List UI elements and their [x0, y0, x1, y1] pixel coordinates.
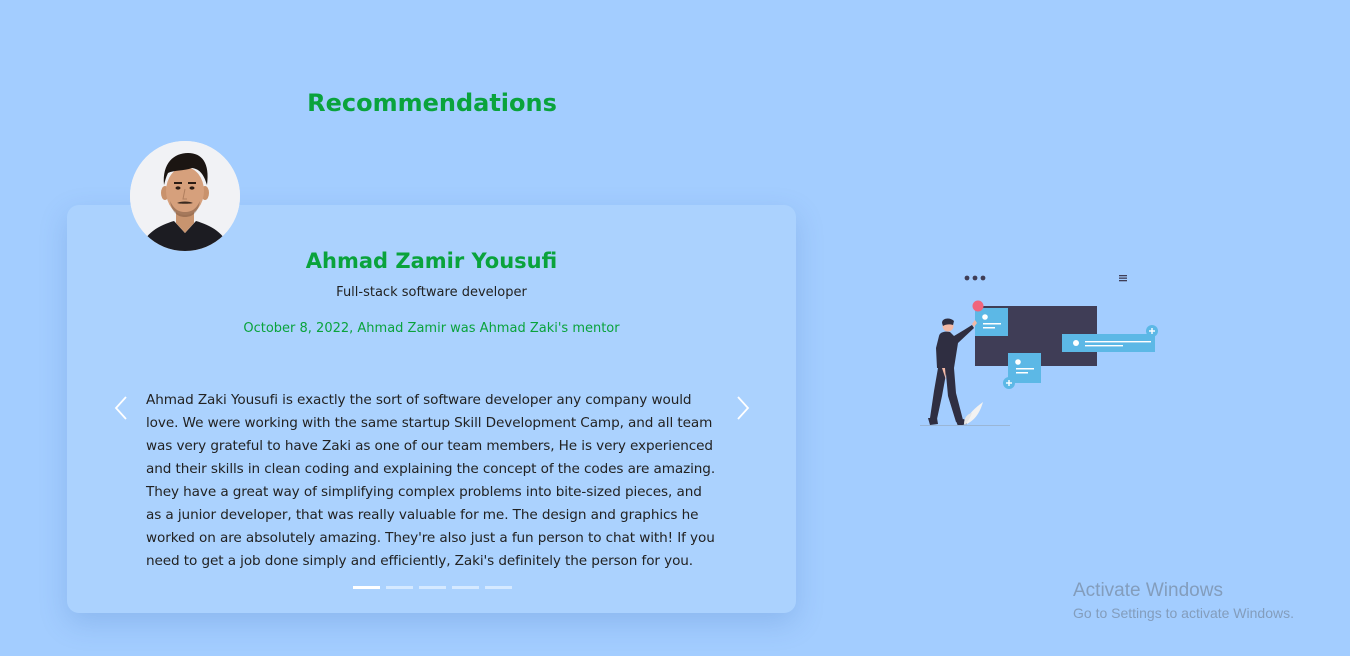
carousel-next-button[interactable] [731, 393, 753, 423]
recommender-role: Full-stack software developer [336, 285, 527, 300]
chevron-right-icon [737, 396, 750, 420]
recommender-name: Ahmad Zamir Yousufi [305, 249, 558, 273]
avatar [130, 141, 240, 251]
carousel-indicator-3[interactable] [419, 586, 446, 589]
recommendation-card: Ahmad Zamir Yousufi Full-stack software … [67, 205, 796, 613]
chevron-left-icon [114, 396, 127, 420]
carousel-indicator-5[interactable] [485, 586, 512, 589]
recommendations-section: Recommendations Ahmad Zamir Yousufi Full… [0, 0, 1350, 656]
avatar-photo [130, 141, 240, 251]
carousel-indicator-1[interactable] [353, 586, 380, 589]
carousel-indicators [353, 586, 512, 589]
watermark-title: Activate Windows [1073, 580, 1223, 601]
section-title: Recommendations [307, 89, 557, 117]
carousel-prev-button[interactable] [111, 393, 133, 423]
watermark-subtitle: Go to Settings to activate Windows. [1073, 605, 1294, 621]
carousel-indicator-2[interactable] [386, 586, 413, 589]
windows-activation-watermark: Activate Windows Go to Settings to activ… [1073, 579, 1294, 623]
recommendation-text: Ahmad Zaki Yousufi is exactly the sort o… [146, 392, 716, 569]
carousel-indicator-4[interactable] [452, 586, 479, 589]
dashboard-illustration [920, 275, 1158, 426]
illustration [920, 268, 1170, 433]
recommendation-relation: October 8, 2022, Ahmad Zamir was Ahmad Z… [243, 321, 620, 336]
